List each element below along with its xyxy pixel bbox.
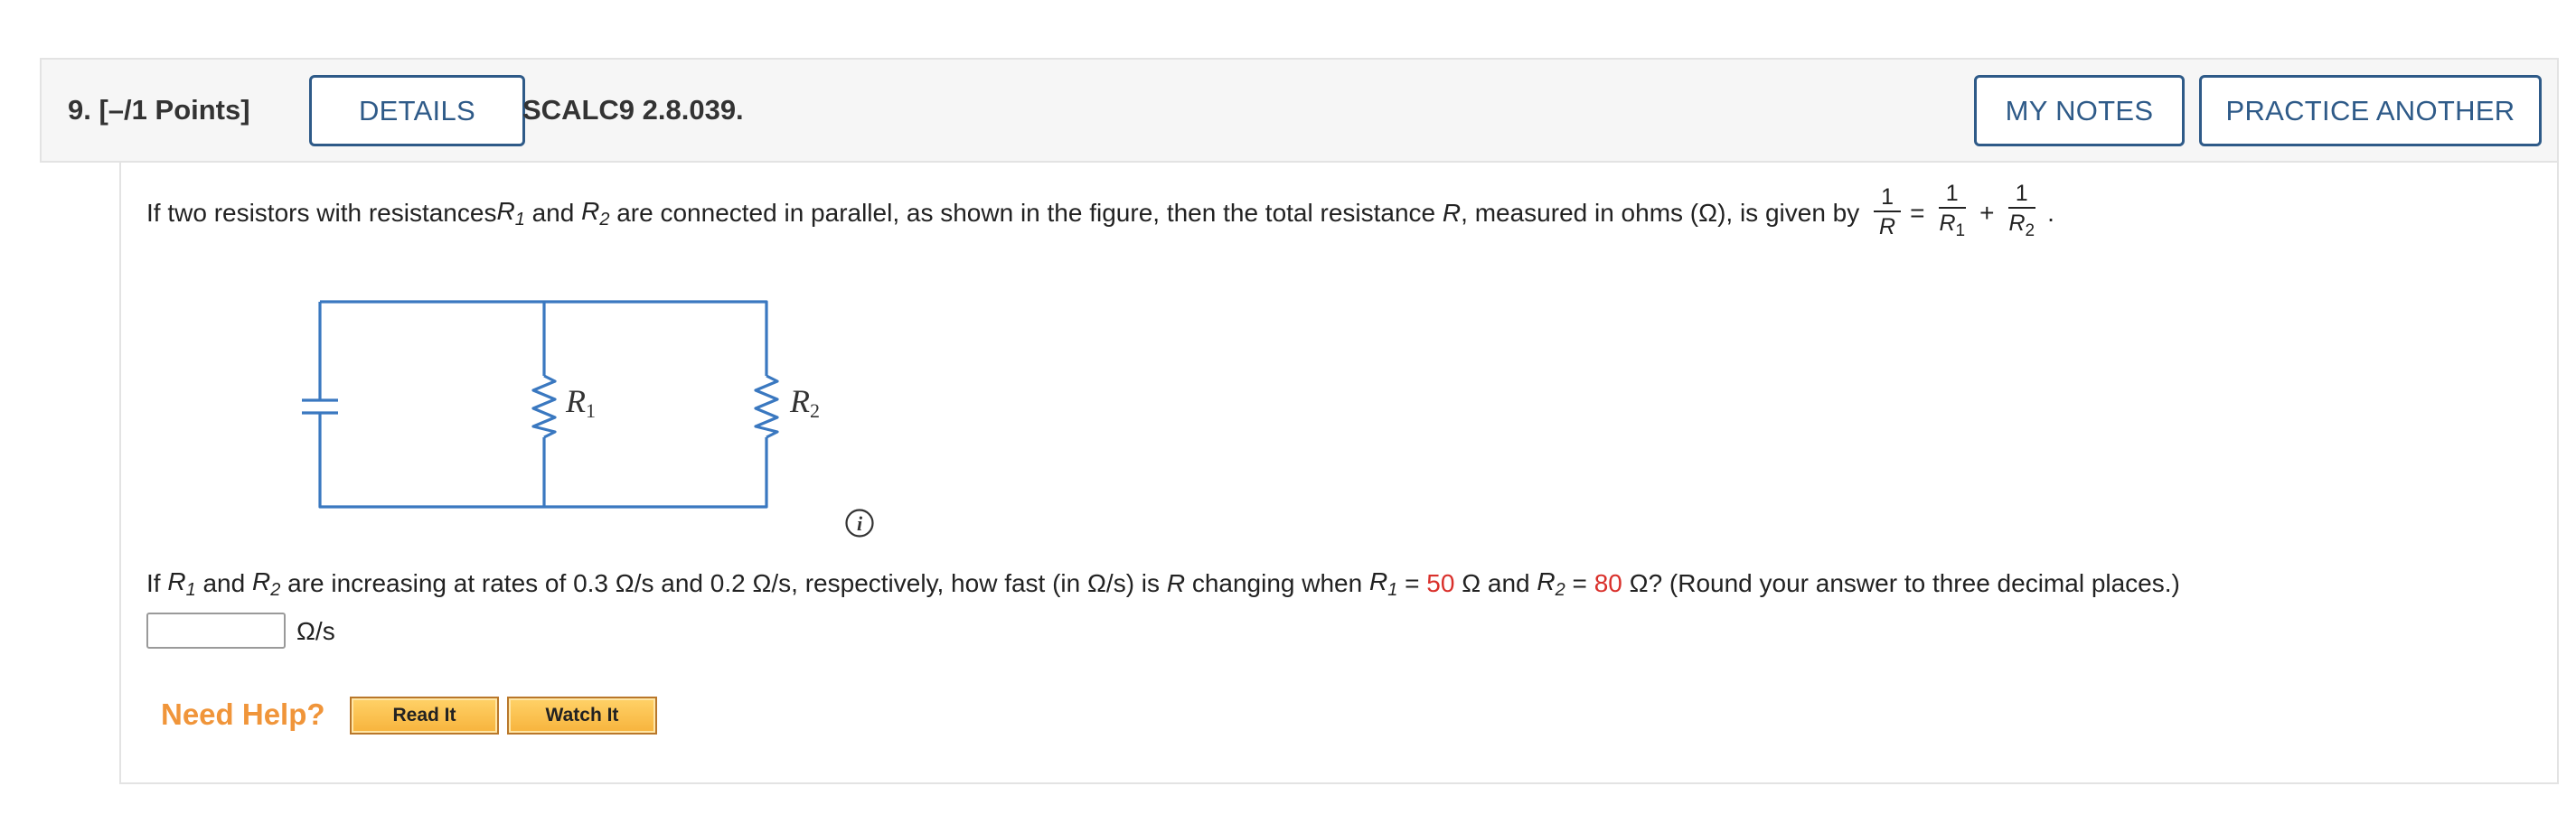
formula-frac-r1: 1 R1: [1938, 180, 1966, 240]
value-r2: 80: [1594, 569, 1622, 597]
question-text-2: are increasing at rates of 0.3 Ω/s and 0…: [280, 569, 1167, 597]
problem-question: If R1 and R2 are increasing at rates of …: [146, 564, 2180, 604]
info-icon[interactable]: i: [844, 508, 875, 538]
equals-sign: =: [1565, 569, 1594, 597]
formula-plus: +: [1979, 199, 1995, 227]
formula-equals: =: [1910, 199, 1925, 227]
ohm-and: Ω and: [1454, 569, 1537, 597]
intro-text-1: If two resistors with resistances: [146, 199, 497, 227]
details-button[interactable]: DETAILS: [309, 75, 525, 146]
var-r: R: [1442, 199, 1462, 227]
intro-text-3: , measured in ohms (Ω), is given by: [1461, 199, 1867, 227]
formula-frac-r2: 1 R2: [2007, 180, 2035, 240]
watch-it-button[interactable]: Watch It: [507, 697, 657, 735]
resistor-r2: [754, 374, 779, 439]
question-text-3: changing when: [1185, 569, 1369, 597]
practice-another-button[interactable]: PRACTICE ANOTHER: [2199, 75, 2542, 146]
question-header: 9. [–/1 Points] DETAILS SCALC9 2.8.039. …: [40, 58, 2559, 163]
resistor-r1: [531, 374, 557, 439]
var-r: R: [1166, 569, 1186, 597]
circuit-diagram: R1 R2: [302, 300, 820, 509]
var-r2: R2: [251, 566, 281, 600]
question-text-4: Ω? (Round your answer to three decimal p…: [1622, 569, 2180, 597]
problem-intro: If two resistors with resistances R1 and…: [146, 181, 2054, 241]
points-label: [–/1 Points]: [99, 94, 250, 126]
intro-and: and: [524, 199, 582, 227]
figure-label-r1: R1: [565, 383, 596, 422]
value-r1: 50: [1426, 569, 1455, 597]
svg-text:i: i: [857, 512, 863, 535]
equals-sign: =: [1397, 569, 1427, 597]
question-and: and: [195, 569, 252, 597]
formula-period: .: [2047, 199, 2054, 227]
intro-text-2: are connected in parallel, as shown in t…: [609, 199, 1443, 227]
question-number-points: 9. [–/1 Points]: [68, 94, 250, 126]
question-text-1: If: [146, 569, 168, 597]
problem-code: SCALC9 2.8.039.: [522, 94, 744, 126]
answer-input[interactable]: [146, 613, 286, 649]
var-r1: R1: [496, 196, 525, 229]
var-r2: R2: [1537, 566, 1565, 600]
read-it-button[interactable]: Read It: [350, 697, 499, 735]
question-number: 9.: [68, 94, 91, 126]
var-r2: R2: [581, 196, 610, 229]
answer-unit: Ω/s: [296, 617, 335, 645]
var-r1: R1: [1368, 566, 1398, 600]
my-notes-button[interactable]: MY NOTES: [1974, 75, 2185, 146]
formula-frac-r: 1 R: [1872, 183, 1903, 241]
figure-label-r2: R2: [789, 383, 820, 422]
var-r1: R1: [167, 566, 196, 600]
need-help-label: Need Help?: [161, 697, 325, 731]
